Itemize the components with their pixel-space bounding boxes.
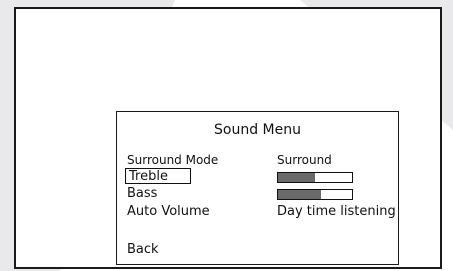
auto-volume-value: Day time listening [277,204,396,219]
surround-mode-value: Surround [277,153,332,167]
menu-item-treble[interactable]: Treble [117,168,398,185]
menu-item-surround-mode[interactable]: Surround Mode Surround [117,152,398,168]
menu-item-bass[interactable]: Bass [117,186,398,202]
menu-item-label: Surround Mode [127,153,219,167]
bass-level-bar[interactable] [277,189,353,200]
treble-level-fill [278,173,315,182]
treble-level-bar[interactable] [277,172,353,183]
bass-level-fill [278,190,321,199]
tv-screen: Sound Menu Surround Mode Surround Treble… [14,7,442,269]
sound-menu-panel: Sound Menu Surround Mode Surround Treble… [116,111,399,265]
menu-item-label-selected: Treble [125,168,191,184]
menu-item-label: Bass [127,186,158,201]
menu-title: Sound Menu [214,122,301,138]
menu-item-label: Auto Volume [127,204,210,219]
back-button[interactable]: Back [127,242,159,257]
menu-item-auto-volume[interactable]: Auto Volume Day time listening [117,204,398,220]
